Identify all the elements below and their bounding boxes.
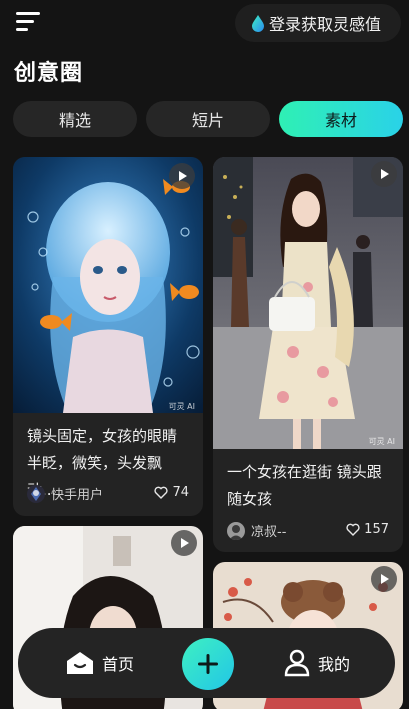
page-title: 创意圈 bbox=[14, 61, 84, 86]
author-name: 凉叔-- bbox=[251, 525, 287, 540]
login-button[interactable]: 登录获取灵感值 bbox=[235, 4, 401, 42]
like-number: 157 bbox=[364, 522, 389, 537]
nav-profile[interactable]: 我的 bbox=[284, 628, 350, 698]
avatar bbox=[227, 521, 245, 540]
plus-icon[interactable] bbox=[182, 638, 234, 690]
like-count[interactable]: 157 bbox=[346, 522, 389, 537]
heart-icon bbox=[346, 523, 360, 536]
heart-icon bbox=[154, 486, 169, 499]
card-thumbnail bbox=[13, 157, 203, 413]
tab-featured[interactable]: 精选 bbox=[13, 101, 137, 137]
like-count[interactable]: 74 bbox=[154, 485, 189, 500]
content-card[interactable]: 可灵 AI 一个女孩在逛街 镜头跟随女孩 凉叔-- 157 bbox=[213, 157, 403, 552]
avatar bbox=[27, 484, 45, 503]
card-title: 一个女孩在逛街 镜头跟随女孩 bbox=[227, 463, 382, 508]
tab-bar: 精选 短片 素材 bbox=[13, 101, 403, 137]
nav-profile-label: 我的 bbox=[318, 655, 351, 674]
tab-materials[interactable]: 素材 bbox=[279, 101, 403, 137]
bottom-nav: 首页 我的 bbox=[18, 628, 395, 698]
like-number: 74 bbox=[172, 485, 189, 500]
home-icon bbox=[67, 652, 93, 674]
tab-shorts[interactable]: 短片 bbox=[146, 101, 270, 137]
watermark: 可灵 AI bbox=[368, 437, 395, 446]
play-icon[interactable] bbox=[169, 163, 195, 189]
watermark: 可灵 AI bbox=[168, 402, 195, 411]
nav-home[interactable]: 首页 bbox=[66, 628, 134, 698]
play-icon[interactable] bbox=[371, 566, 397, 592]
card-author[interactable]: 凉叔-- bbox=[227, 521, 286, 540]
card-author[interactable]: 快手用户 bbox=[27, 484, 103, 503]
author-name: 快手用户 bbox=[51, 488, 104, 503]
card-thumbnail bbox=[213, 157, 403, 449]
drop-icon bbox=[252, 15, 264, 32]
content-card[interactable]: 可灵 AI 镜头固定，女孩的眼睛半眨，微笑，头发飘动... 快手用户 74 bbox=[13, 157, 203, 516]
profile-icon bbox=[284, 649, 310, 677]
play-icon[interactable] bbox=[171, 530, 197, 556]
menu-icon[interactable] bbox=[16, 11, 42, 33]
nav-home-label: 首页 bbox=[102, 655, 135, 674]
top-bar: 登录获取灵感值 bbox=[0, 0, 409, 50]
login-label: 登录获取灵感值 bbox=[269, 15, 382, 34]
play-icon[interactable] bbox=[371, 161, 397, 187]
